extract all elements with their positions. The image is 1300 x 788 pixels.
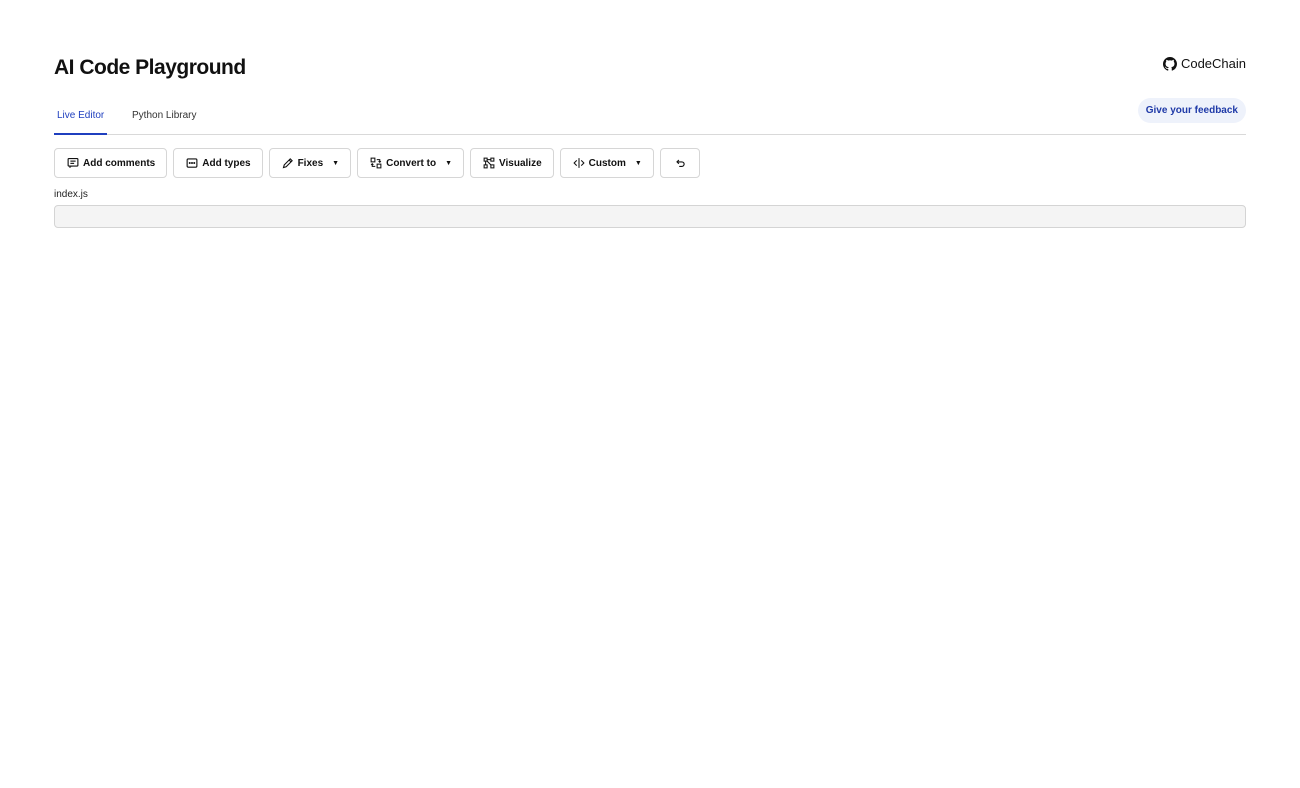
- undo-icon: [674, 157, 686, 169]
- page: AI Code Playground CodeChain Live Editor…: [0, 0, 1300, 788]
- visualize-button[interactable]: Visualize: [470, 148, 554, 178]
- visualize-label: Visualize: [499, 157, 542, 169]
- file-name-label: index.js: [54, 189, 88, 200]
- add-types-button[interactable]: Add types: [173, 148, 263, 178]
- fixes-button[interactable]: Fixes ▼: [268, 148, 352, 178]
- pencil-icon: [282, 157, 294, 169]
- chevron-down-icon: ▼: [445, 159, 453, 167]
- repo-link-label: CodeChain: [1180, 56, 1246, 71]
- tab-live-editor[interactable]: Live Editor: [54, 100, 108, 135]
- convert-icon: [370, 157, 382, 169]
- chevron-down-icon: ▼: [332, 159, 340, 167]
- github-icon: [1162, 57, 1177, 71]
- add-types-label: Add types: [202, 157, 251, 169]
- tab-python-library[interactable]: Python Library: [129, 100, 199, 135]
- code-editor[interactable]: [54, 205, 1246, 228]
- convert-to-label: Convert to: [386, 157, 437, 169]
- chevron-down-icon: ▼: [634, 159, 642, 167]
- tab-bar: Live Editor Python Library: [54, 100, 1246, 135]
- toolbar: Add comments Add types Fixes ▼ Convert t…: [54, 148, 700, 178]
- add-comments-label: Add comments: [83, 157, 156, 169]
- undo-button[interactable]: [659, 148, 700, 178]
- visualize-icon: [483, 157, 495, 169]
- fixes-label: Fixes: [297, 157, 324, 169]
- comment-icon: [67, 157, 79, 169]
- feedback-button[interactable]: Give your feedback: [1137, 98, 1246, 123]
- custom-icon: [573, 157, 585, 169]
- page-title: AI Code Playground: [54, 56, 246, 79]
- custom-button[interactable]: Custom ▼: [559, 148, 654, 178]
- custom-label: Custom: [588, 157, 626, 169]
- convert-to-button[interactable]: Convert to ▼: [357, 148, 465, 178]
- types-icon: [186, 157, 198, 169]
- repo-link[interactable]: CodeChain: [1162, 56, 1246, 72]
- add-comments-button[interactable]: Add comments: [54, 148, 168, 178]
